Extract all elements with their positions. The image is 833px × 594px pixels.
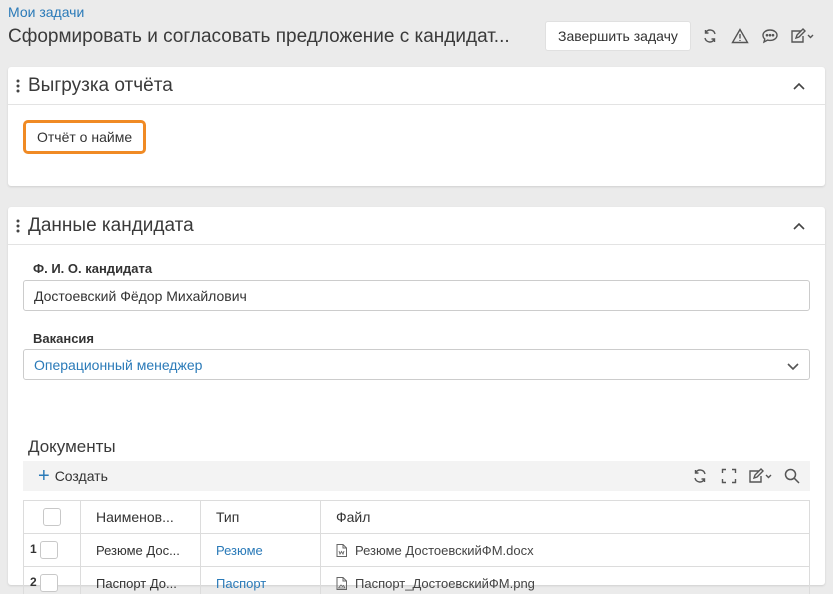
document-type-link[interactable]: Резюме	[216, 543, 263, 558]
document-file-cell: Паспорт_ДостоевскийФМ.png	[320, 566, 810, 594]
table-row[interactable]: 2 Паспорт До... Паспорт Паспорт_Достоевс…	[23, 566, 810, 594]
column-header-type[interactable]: Тип	[200, 500, 321, 534]
row-number: 2	[30, 575, 37, 590]
document-name[interactable]: Резюме Дос...	[80, 533, 201, 567]
vacancy-label: Вакансия	[33, 331, 95, 346]
column-header-name[interactable]: Наименов...	[80, 500, 201, 534]
row-checkbox[interactable]	[40, 541, 59, 559]
candidate-panel-title: Данные кандидата	[28, 214, 194, 236]
document-file-link[interactable]: Резюме ДостоевскийФМ.docx	[336, 543, 794, 558]
search-icon[interactable]	[777, 461, 806, 491]
breadcrumb[interactable]: Мои задачи	[8, 4, 84, 20]
comment-icon[interactable]	[755, 21, 785, 51]
fio-label: Ф. И. О. кандидата	[33, 261, 153, 276]
refresh-icon[interactable]	[695, 21, 725, 51]
document-type-cell: Паспорт	[200, 566, 321, 594]
candidate-panel: Данные кандидата Ф. И. О. кандидата Дост…	[8, 207, 825, 594]
document-file-link[interactable]: Паспорт_ДостоевскийФМ.png	[336, 576, 794, 591]
table-header-row: Наименов... Тип Файл	[23, 500, 810, 534]
collapse-icon[interactable]	[787, 215, 811, 237]
select-all-cell	[23, 500, 81, 534]
fio-field[interactable]: Достоевский Фёдор Михайлович	[23, 280, 810, 311]
document-name[interactable]: Паспорт До...	[80, 566, 201, 594]
expand-icon[interactable]	[714, 461, 743, 491]
collapse-icon[interactable]	[787, 75, 811, 97]
column-header-file[interactable]: Файл	[320, 500, 810, 534]
edit-icon[interactable]	[785, 21, 819, 51]
refresh-icon[interactable]	[685, 461, 714, 491]
report-panel-header: Выгрузка отчёта	[8, 67, 825, 105]
docx-file-icon	[336, 543, 347, 557]
row-number-cell: 2	[23, 566, 81, 594]
create-label: Создать	[54, 468, 108, 484]
drag-handle-icon[interactable]	[8, 207, 28, 245]
document-file-name[interactable]: Резюме ДостоевскийФМ.docx	[355, 543, 534, 558]
task-toolbar: Завершить задачу	[545, 21, 819, 51]
drag-handle-icon[interactable]	[8, 67, 28, 105]
document-type-link[interactable]: Паспорт	[216, 576, 266, 591]
document-type-cell: Резюме	[200, 533, 321, 567]
documents-toolbar: + Создать	[23, 461, 810, 491]
row-checkbox[interactable]	[40, 574, 59, 592]
table-row[interactable]: 1 Резюме Дос... Резюме Резюме Достоевски…	[23, 533, 810, 567]
plus-icon: +	[38, 465, 50, 487]
document-file-cell: Резюме ДостоевскийФМ.docx	[320, 533, 810, 567]
documents-table: Наименов... Тип Файл 1 Резюме Дос... Рез…	[23, 500, 810, 594]
report-panel: Выгрузка отчёта Отчёт о найме	[8, 67, 825, 186]
vacancy-select[interactable]: Операционный менеджер	[23, 349, 810, 380]
row-number-cell: 1	[23, 533, 81, 567]
row-number: 1	[30, 542, 37, 557]
warning-icon[interactable]	[725, 21, 755, 51]
page-title: Сформировать и согласовать предложение с…	[8, 26, 510, 47]
edit-icon[interactable]	[743, 461, 777, 491]
select-all-checkbox[interactable]	[43, 508, 61, 527]
chevron-down-icon[interactable]	[787, 358, 799, 374]
complete-task-button[interactable]: Завершить задачу	[545, 21, 691, 51]
hiring-report-button[interactable]: Отчёт о найме	[23, 120, 147, 154]
document-file-name[interactable]: Паспорт_ДостоевскийФМ.png	[355, 576, 535, 591]
documents-title: Документы	[28, 437, 116, 456]
image-file-icon	[336, 576, 347, 590]
vacancy-value[interactable]: Операционный менеджер	[34, 357, 202, 373]
report-panel-title: Выгрузка отчёта	[28, 74, 173, 96]
create-document-button[interactable]: + Создать	[38, 466, 108, 486]
candidate-panel-header: Данные кандидата	[8, 207, 825, 245]
